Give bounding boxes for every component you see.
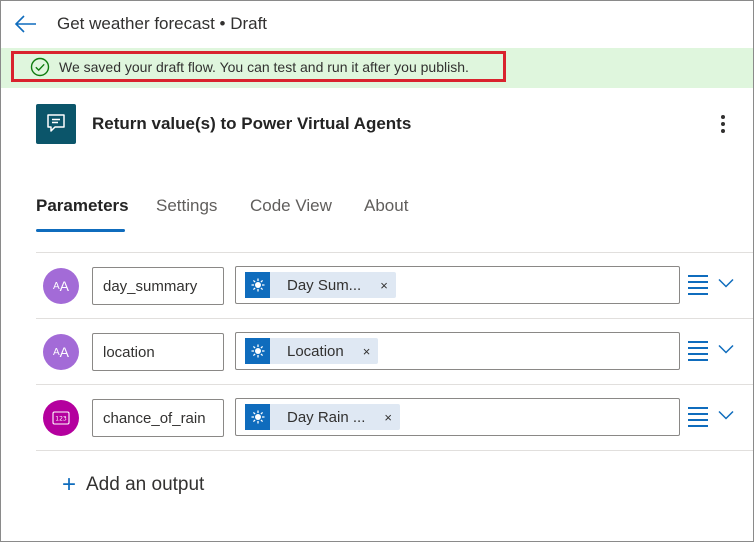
number-type-icon: 123 — [43, 400, 79, 436]
weather-sun-icon — [245, 272, 270, 298]
action-title: Return value(s) to Power Virtual Agents — [92, 114, 412, 133]
chevron-down-icon[interactable] — [716, 273, 736, 293]
output-value-field[interactable]: Day Sum... × — [235, 266, 680, 304]
add-output-button[interactable]: + Add an output — [59, 471, 205, 498]
weather-sun-icon — [245, 338, 270, 364]
output-name-field[interactable]: location — [92, 333, 224, 371]
success-banner: We saved your draft flow. You can test a… — [1, 48, 753, 88]
tab-code-view[interactable]: Code View — [250, 196, 332, 216]
remove-token-button[interactable]: × — [384, 410, 392, 425]
weather-sun-icon — [245, 404, 270, 430]
more-dot — [721, 115, 725, 119]
list-icon[interactable] — [688, 341, 708, 361]
chevron-down-icon[interactable] — [716, 405, 736, 425]
output-row: AA day_summary Day Sum... × — [36, 253, 753, 319]
dynamic-content-token[interactable]: Location × — [245, 338, 379, 364]
output-value-field[interactable]: Location × — [235, 332, 680, 370]
output-value-field[interactable]: Day Rain ... × — [235, 398, 680, 436]
chevron-down-icon[interactable] — [716, 339, 736, 359]
page-title: Get weather forecast • Draft — [57, 14, 268, 33]
more-dot — [721, 129, 725, 133]
header-bar: Get weather forecast • Draft — [1, 1, 753, 48]
back-button[interactable] — [13, 11, 39, 37]
more-dot — [721, 122, 725, 126]
text-type-icon: AA — [43, 334, 79, 370]
text-type-icon: AA — [43, 268, 79, 304]
dynamic-content-token[interactable]: Day Sum... × — [245, 272, 396, 298]
banner-message: We saved your draft flow. You can test a… — [59, 58, 469, 75]
token-label: Location — [287, 342, 344, 360]
more-options-button[interactable] — [713, 111, 733, 137]
plus-icon: + — [61, 471, 76, 498]
tab-settings[interactable]: Settings — [156, 196, 217, 216]
banner-highlight-box: We saved your draft flow. You can test a… — [11, 51, 506, 82]
flow-editor-window: Get weather forecast • Draft We saved yo… — [0, 0, 754, 542]
token-label: Day Rain ... — [287, 408, 366, 426]
back-arrow-icon — [14, 15, 36, 33]
tab-parameters[interactable]: Parameters — [36, 196, 129, 216]
active-tab-indicator — [36, 229, 125, 232]
list-icon[interactable] — [688, 275, 708, 295]
output-name-field[interactable]: day_summary — [92, 267, 224, 305]
output-row: 123 chance_of_rain Day Rain ... × — [36, 385, 753, 451]
remove-token-button[interactable]: × — [363, 344, 371, 359]
chat-bot-icon — [36, 104, 76, 144]
check-circle-icon — [30, 57, 50, 77]
dynamic-content-token[interactable]: Day Rain ... × — [245, 404, 400, 430]
remove-token-button[interactable]: × — [380, 278, 388, 293]
output-row: AA location Location × — [36, 319, 753, 385]
number-type-label: 123 — [55, 416, 67, 423]
output-name-field[interactable]: chance_of_rain — [92, 399, 224, 437]
token-label: Day Sum... — [287, 276, 362, 294]
add-output-label: Add an output — [86, 474, 205, 495]
list-icon[interactable] — [688, 407, 708, 427]
tab-about[interactable]: About — [364, 196, 408, 216]
